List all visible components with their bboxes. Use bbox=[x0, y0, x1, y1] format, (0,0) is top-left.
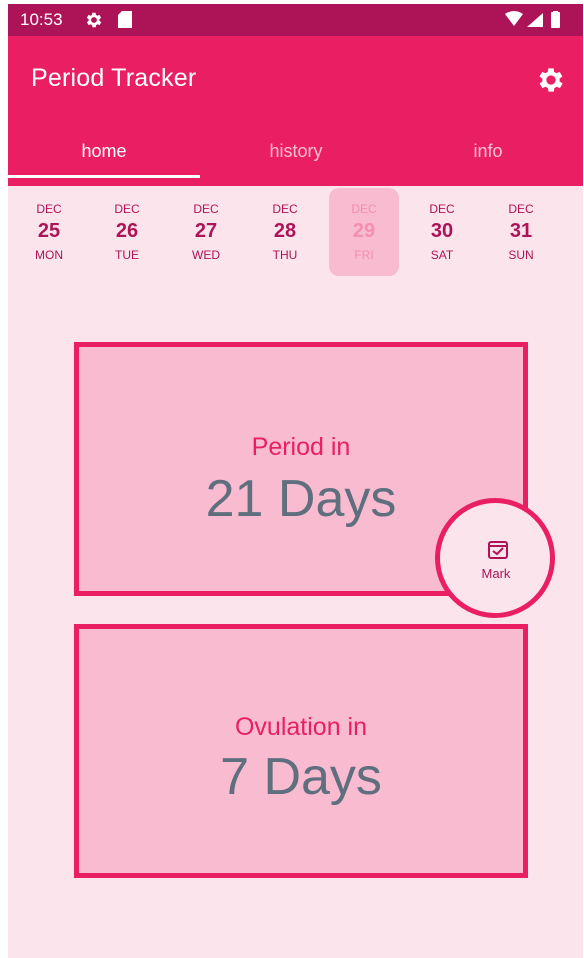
status-indicators bbox=[505, 11, 560, 28]
day-item-selected[interactable]: DEC 29 FRI bbox=[329, 188, 399, 276]
calendar-check-icon bbox=[488, 541, 508, 559]
day-item[interactable]: DEC 30 SAT bbox=[407, 188, 477, 276]
day-month: DEC bbox=[193, 202, 219, 216]
day-number: 29 bbox=[352, 220, 376, 242]
mark-button[interactable]: Mark bbox=[435, 498, 555, 618]
day-weekday: THU bbox=[272, 248, 298, 262]
tab-label: home bbox=[81, 141, 127, 161]
day-weekday: MON bbox=[35, 248, 63, 262]
ovulation-label: Ovulation in bbox=[234, 713, 368, 741]
day-number: 31 bbox=[509, 220, 533, 242]
tab-label: history bbox=[269, 141, 323, 161]
phone-screen: 10:53 Period Tracker home history info D… bbox=[8, 4, 583, 958]
app-title: Period Tracker bbox=[31, 64, 197, 92]
tab-home[interactable]: home bbox=[8, 128, 200, 186]
day-month: DEC bbox=[36, 202, 62, 216]
day-number: 27 bbox=[194, 220, 218, 242]
day-month: DEC bbox=[508, 202, 534, 216]
day-number: 25 bbox=[37, 220, 61, 242]
day-number: 28 bbox=[273, 220, 297, 242]
sd-card-icon bbox=[118, 11, 132, 28]
day-item[interactable]: DEC 26 TUE bbox=[92, 188, 162, 276]
status-bar: 10:53 bbox=[8, 4, 583, 36]
signal-icon bbox=[527, 13, 543, 27]
period-label: Period in bbox=[251, 433, 351, 461]
ovulation-value: 7 Days bbox=[220, 748, 382, 806]
tab-history[interactable]: history bbox=[200, 128, 392, 186]
day-weekday: WED bbox=[192, 248, 220, 262]
status-time: 10:53 bbox=[20, 10, 63, 29]
day-month: DEC bbox=[114, 202, 140, 216]
gear-icon bbox=[86, 12, 102, 28]
day-item[interactable]: DEC 28 THU bbox=[250, 188, 320, 276]
day-weekday: SAT bbox=[430, 248, 454, 262]
date-strip: DEC 25 MON DEC 26 TUE DEC 27 WED DEC 28 … bbox=[8, 188, 583, 278]
tab-info[interactable]: info bbox=[392, 128, 583, 186]
day-number: 26 bbox=[115, 220, 139, 242]
day-item[interactable]: DEC 25 MON bbox=[14, 188, 84, 276]
tab-bar: home history info bbox=[8, 128, 583, 186]
gear-icon[interactable] bbox=[535, 64, 567, 96]
tab-indicator bbox=[8, 175, 200, 178]
day-month: DEC bbox=[429, 202, 455, 216]
day-weekday: FRI bbox=[354, 248, 374, 262]
day-weekday: TUE bbox=[115, 248, 139, 262]
day-item[interactable]: DEC 31 SUN bbox=[486, 188, 556, 276]
day-number: 30 bbox=[430, 220, 454, 242]
day-month: DEC bbox=[272, 202, 298, 216]
ovulation-card: Ovulation in 7 Days bbox=[74, 624, 528, 878]
day-month: DEC bbox=[351, 202, 377, 216]
day-item[interactable]: DEC 27 WED bbox=[171, 188, 241, 276]
wifi-icon bbox=[505, 11, 523, 26]
day-weekday: SUN bbox=[508, 248, 534, 262]
app-bar: Period Tracker home history info bbox=[8, 36, 583, 186]
tab-label: info bbox=[473, 141, 503, 161]
battery-icon bbox=[551, 12, 560, 28]
mark-label: Mark bbox=[481, 566, 511, 581]
